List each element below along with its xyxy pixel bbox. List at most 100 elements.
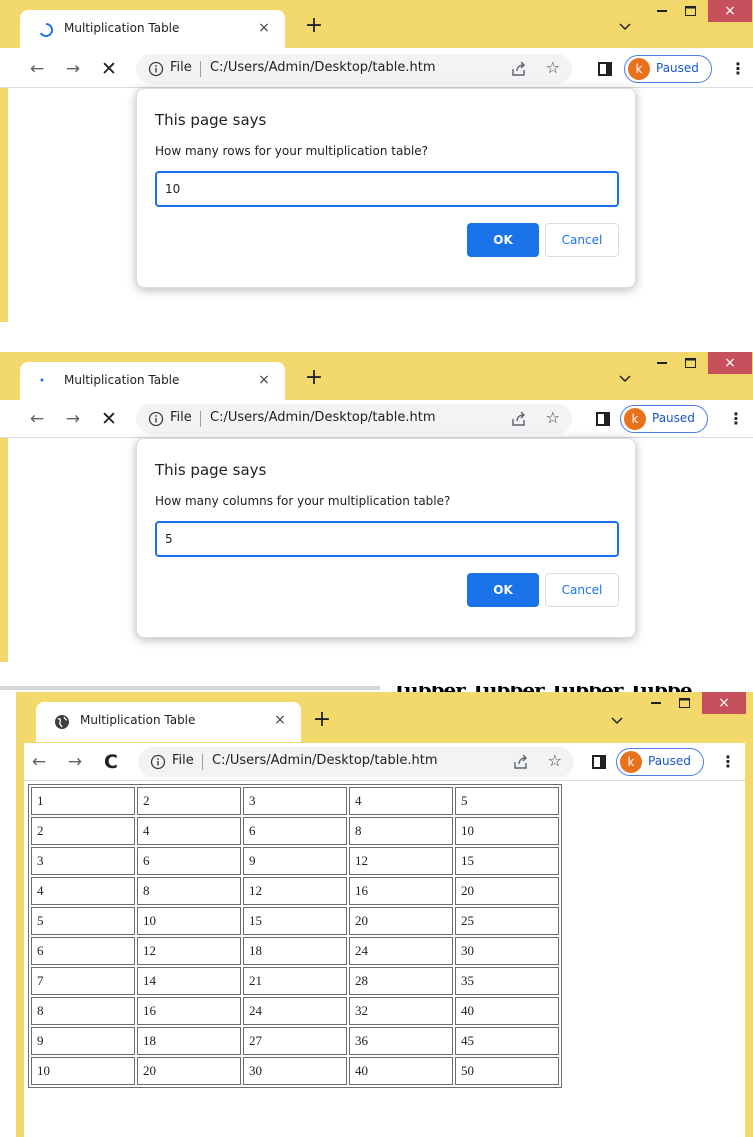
url-text[interactable]: C:/Users/Admin/Desktop/table.htm bbox=[210, 60, 435, 75]
ok-button[interactable]: OK bbox=[467, 573, 539, 607]
chevron-down-icon[interactable] bbox=[616, 18, 634, 36]
tab-title: Multiplication Table bbox=[64, 373, 180, 387]
browser-tab[interactable]: Multiplication Table × bbox=[20, 362, 285, 402]
profile-status: Paused bbox=[652, 411, 695, 425]
side-panel-icon[interactable] bbox=[596, 412, 610, 426]
table-cell: 10 bbox=[455, 817, 559, 845]
tab-close-icon[interactable]: × bbox=[255, 19, 273, 37]
maximize-window-icon[interactable] bbox=[677, 0, 703, 22]
profile-status: Paused bbox=[648, 754, 691, 768]
table-row: 12345 bbox=[31, 787, 559, 815]
table-cell: 18 bbox=[137, 1027, 241, 1055]
profile-button[interactable]: k Paused bbox=[624, 55, 712, 83]
menu-kebab-icon[interactable]: ⋮ bbox=[730, 59, 746, 79]
minimize-window-icon[interactable] bbox=[649, 0, 675, 22]
dialog-title: This page says bbox=[155, 111, 267, 129]
reload-button[interactable]: C bbox=[100, 751, 122, 773]
ok-button[interactable]: OK bbox=[467, 223, 539, 257]
table-cell: 21 bbox=[243, 967, 347, 995]
forward-button[interactable]: → bbox=[64, 751, 86, 773]
table-cell: 35 bbox=[455, 967, 559, 995]
profile-button[interactable]: k Paused bbox=[620, 405, 708, 433]
table-cell: 20 bbox=[349, 907, 453, 935]
share-icon[interactable] bbox=[512, 753, 530, 771]
new-tab-button[interactable]: + bbox=[302, 366, 326, 390]
table-cell: 45 bbox=[455, 1027, 559, 1055]
table-cell: 12 bbox=[243, 877, 347, 905]
side-panel-icon[interactable] bbox=[592, 755, 606, 769]
screenshot-columns-prompt: Multiplication Table × + × ← → ✕ File C:… bbox=[0, 352, 753, 662]
back-button[interactable]: ← bbox=[26, 408, 48, 430]
window-left-edge bbox=[0, 88, 8, 322]
new-tab-button[interactable]: + bbox=[310, 708, 334, 732]
prompt-input[interactable] bbox=[155, 521, 619, 557]
chevron-down-icon[interactable] bbox=[616, 370, 634, 388]
minimize-window-icon[interactable] bbox=[643, 692, 669, 714]
table-row: 3 6 9 12 15 bbox=[31, 847, 559, 875]
chevron-down-icon[interactable] bbox=[608, 712, 626, 730]
table-cell: 50 bbox=[455, 1057, 559, 1085]
forward-button[interactable]: → bbox=[62, 408, 84, 430]
stop-loading-button[interactable]: ✕ bbox=[98, 58, 120, 80]
table-cell: 30 bbox=[455, 937, 559, 965]
table-cell: 3 bbox=[243, 787, 347, 815]
share-icon[interactable] bbox=[510, 60, 528, 78]
menu-kebab-icon[interactable]: ⋮ bbox=[728, 409, 744, 429]
screenshot-result-table: Tubber Tubber Tubber Tubbe Multiplicatio… bbox=[0, 686, 753, 1137]
stop-loading-button[interactable]: ✕ bbox=[98, 408, 120, 430]
share-icon[interactable] bbox=[510, 410, 528, 428]
table-cell: 16 bbox=[349, 877, 453, 905]
browser-toolbar: ← → ✕ File C:/Users/Admin/Desktop/table.… bbox=[0, 400, 753, 438]
url-scheme-label: File bbox=[170, 410, 192, 425]
bookmark-star-icon[interactable]: ☆ bbox=[546, 58, 560, 77]
close-window-button[interactable]: × bbox=[702, 692, 746, 714]
tab-close-icon[interactable]: × bbox=[255, 371, 273, 389]
table-row: 2 4 6 8 10 bbox=[31, 817, 559, 845]
maximize-window-icon[interactable] bbox=[677, 352, 703, 374]
info-icon[interactable] bbox=[148, 61, 164, 77]
table-cell: 5 bbox=[31, 907, 135, 935]
table-cell: 12 bbox=[349, 847, 453, 875]
close-window-button[interactable]: × bbox=[708, 0, 752, 22]
table-cell: 20 bbox=[137, 1057, 241, 1085]
prompt-input[interactable] bbox=[155, 171, 619, 207]
address-bar[interactable]: File C:/Users/Admin/Desktop/table.htm ☆ bbox=[138, 747, 574, 777]
menu-kebab-icon[interactable]: ⋮ bbox=[720, 752, 736, 772]
profile-button[interactable]: k Paused bbox=[616, 748, 704, 776]
table-cell: 24 bbox=[349, 937, 453, 965]
table-cell: 6 bbox=[31, 937, 135, 965]
tab-close-icon[interactable]: × bbox=[271, 711, 289, 729]
cancel-button[interactable]: Cancel bbox=[545, 223, 619, 257]
dialog-title: This page says bbox=[155, 461, 267, 479]
address-bar[interactable]: File C:/Users/Admin/Desktop/table.htm ☆ bbox=[136, 404, 572, 434]
cancel-button[interactable]: Cancel bbox=[545, 573, 619, 607]
table-row: 6 12 18 24 30 bbox=[31, 937, 559, 965]
url-divider bbox=[202, 754, 203, 770]
loading-dot-icon bbox=[38, 374, 54, 390]
bookmark-star-icon[interactable]: ☆ bbox=[546, 408, 560, 427]
back-button[interactable]: ← bbox=[28, 751, 50, 773]
screenshot-rows-prompt: Multiplication Table × + × ← → ✕ File C:… bbox=[0, 0, 753, 322]
url-text[interactable]: C:/Users/Admin/Desktop/table.htm bbox=[212, 753, 437, 768]
maximize-window-icon[interactable] bbox=[671, 692, 697, 714]
bookmark-star-icon[interactable]: ☆ bbox=[548, 751, 562, 770]
forward-button[interactable]: → bbox=[62, 58, 84, 80]
info-icon[interactable] bbox=[150, 754, 166, 770]
info-icon[interactable] bbox=[148, 411, 164, 427]
close-window-button[interactable]: × bbox=[708, 352, 752, 374]
browser-tab[interactable]: Multiplication Table × bbox=[20, 10, 285, 50]
address-bar[interactable]: File C:/Users/Admin/Desktop/table.htm ☆ bbox=[136, 54, 572, 84]
table-cell: 2 bbox=[137, 787, 241, 815]
prompt-dialog: This page says How many rows for your mu… bbox=[136, 88, 636, 288]
side-panel-icon[interactable] bbox=[598, 62, 612, 76]
browser-tab[interactable]: Multiplication Table × bbox=[36, 702, 301, 742]
url-text[interactable]: C:/Users/Admin/Desktop/table.htm bbox=[210, 410, 435, 425]
table-cell: 15 bbox=[243, 907, 347, 935]
new-tab-button[interactable]: + bbox=[302, 14, 326, 38]
table-cell: 36 bbox=[349, 1027, 453, 1055]
table-cell: 6 bbox=[137, 847, 241, 875]
table-cell: 8 bbox=[31, 997, 135, 1025]
table-cell: 9 bbox=[31, 1027, 135, 1055]
back-button[interactable]: ← bbox=[26, 58, 48, 80]
minimize-window-icon[interactable] bbox=[649, 352, 675, 374]
